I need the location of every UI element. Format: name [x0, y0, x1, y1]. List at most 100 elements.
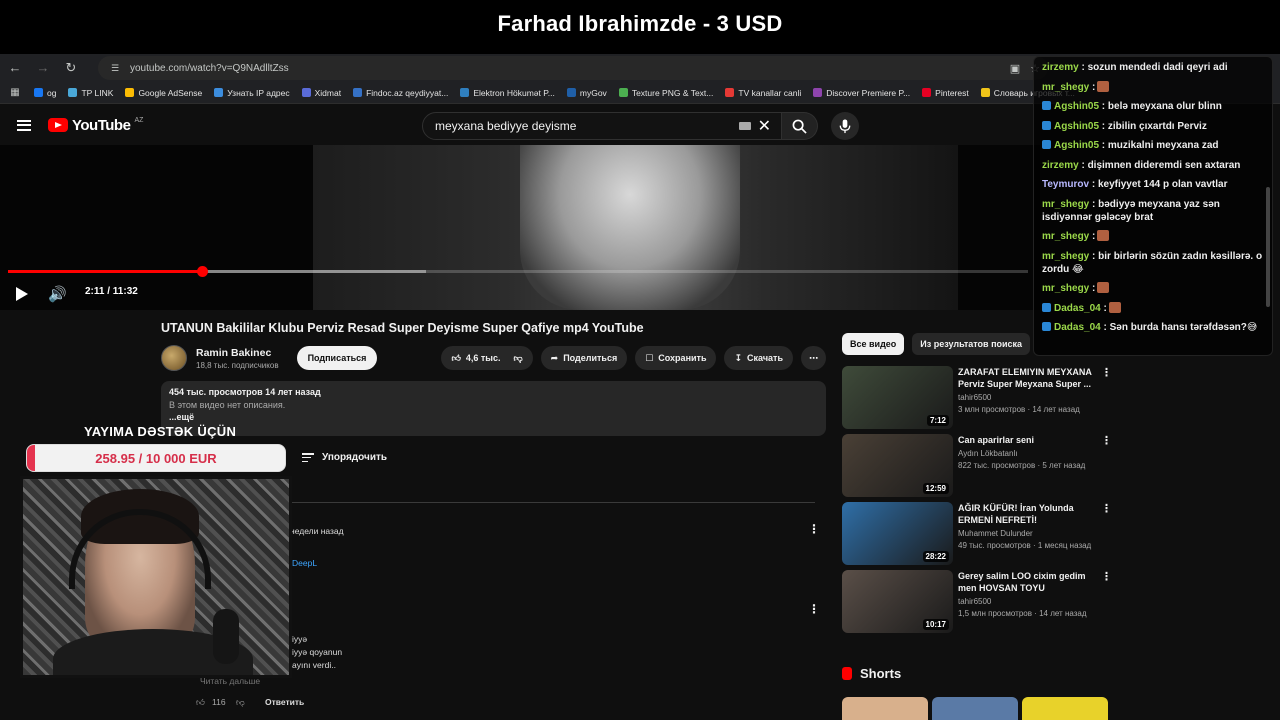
- url-text: youtube.com/watch?v=Q9NAdlltZss: [130, 62, 289, 74]
- site-info-icon[interactable]: ☰: [108, 61, 122, 75]
- play-icon[interactable]: [16, 287, 28, 301]
- channel-name[interactable]: Muhammet Dulunder: [958, 529, 1098, 538]
- chat-username: Agshin05: [1054, 101, 1100, 112]
- channel-name[interactable]: tahir6500: [958, 393, 1098, 402]
- video-thumbnail[interactable]: 7:12: [842, 366, 953, 429]
- more-actions-button[interactable]: ⋯: [801, 346, 826, 370]
- comments-divider: [290, 502, 815, 503]
- show-more-link[interactable]: ...ещё: [169, 412, 818, 422]
- description-text: В этом видео нет описания.: [169, 400, 286, 410]
- apps-grid-icon[interactable]: ▦: [8, 86, 22, 100]
- video-thumbnail[interactable]: 12:59: [842, 434, 953, 497]
- bookmark-item[interactable]: Findoc.az qeydiyyat...: [353, 88, 448, 98]
- description-box[interactable]: 454 тыс. просмотров 14 лет назад В этом …: [161, 381, 826, 436]
- video-meta: UTANUN Bakililar Klubu Perviz Resad Supe…: [161, 321, 826, 436]
- back-icon[interactable]: ←: [8, 61, 22, 75]
- bookmark-label: Pinterest: [935, 87, 969, 98]
- dislike-icon[interactable]: 👎︎: [514, 353, 523, 364]
- volume-icon[interactable]: 🔊: [48, 285, 67, 303]
- translate-link[interactable]: DeepL: [292, 558, 317, 568]
- like-count: 4,6 тыс.: [465, 353, 501, 363]
- short-thumbnail[interactable]: [932, 697, 1018, 720]
- reply-button[interactable]: Ответить: [265, 697, 304, 707]
- webcam-overlay: [20, 476, 292, 678]
- more-icon[interactable]: ⋮: [1101, 502, 1112, 515]
- logo-text: YouTube: [72, 116, 131, 134]
- short-thumbnail[interactable]: [1022, 697, 1108, 720]
- search-icon: [792, 119, 807, 134]
- like-button[interactable]: 👍︎ 4,6 тыс. 👎︎: [441, 346, 533, 370]
- url-field[interactable]: ☰ youtube.com/watch?v=Q9NAdlltZss ▣ ☆: [98, 56, 1048, 80]
- bookmark-item[interactable]: Pinterest: [922, 88, 969, 98]
- scrubber-handle[interactable]: [196, 266, 208, 277]
- comment-dislike-icon[interactable]: 👎︎: [236, 697, 245, 708]
- bookmark-item[interactable]: myGov: [566, 88, 607, 98]
- bookmark-item[interactable]: og: [34, 88, 56, 98]
- bookmark-favicon-icon: [68, 88, 78, 97]
- channel-name[interactable]: Aydın Lökbatanlı: [958, 449, 1098, 458]
- more-icon[interactable]: ⋮: [1101, 434, 1112, 447]
- bookmark-item[interactable]: Узнать IP адрес: [214, 88, 290, 98]
- recommended-video[interactable]: 12:59 Can aparirlar seni Aydın Lökbatanlı 8…: [842, 434, 1112, 497]
- bookmark-item[interactable]: Texture PNG & Text...: [618, 88, 713, 98]
- bookmark-item[interactable]: Xidmat: [301, 88, 341, 98]
- keyboard-icon[interactable]: [739, 122, 751, 130]
- channel-name[interactable]: tahir6500: [958, 597, 1098, 606]
- bookmark-item[interactable]: Elektron Hökumət P...: [460, 88, 555, 98]
- share-button[interactable]: ➦ Поделиться: [540, 346, 628, 370]
- chat-message: mr_shegy :: [1042, 282, 1266, 295]
- chat-scrollbar[interactable]: [1266, 187, 1270, 307]
- time-display: 2:11 / 11:32: [85, 286, 138, 297]
- search-button[interactable]: [782, 112, 818, 140]
- recommended-video[interactable]: 7:12 ZARAFAT ELEMIYIN MEYXANA Perviz Supe…: [842, 366, 1112, 429]
- sort-label: Упорядочить: [322, 452, 388, 463]
- video-title[interactable]: AĞIR KÜFÜR! İran Yolunda ERMENİ NEFRETİ!: [958, 502, 1098, 526]
- video-title[interactable]: Can aparirlar seni: [958, 434, 1098, 446]
- download-button[interactable]: ↧ Скачать: [724, 346, 793, 370]
- video-title: UTANUN Bakililar Klubu Perviz Resad Supe…: [161, 321, 644, 335]
- bookmark-item[interactable]: Discover Premiere P...: [813, 88, 910, 98]
- video-title[interactable]: ZARAFAT ELEMIYIN MEYXANA Perviz Super Me…: [958, 366, 1098, 390]
- bookmark-item[interactable]: TV kanallar canli: [725, 88, 801, 98]
- bookmark-favicon-icon: [813, 88, 823, 97]
- channel-avatar[interactable]: [161, 345, 187, 371]
- search-input[interactable]: meyxana bediyye deyisme ✕: [422, 112, 782, 140]
- chat-message: Teymurov : keyfiyyet 144 p olan vavtlar: [1042, 178, 1266, 191]
- recommended-video[interactable]: 10:17 Gerey salim LOO cixim gedim men HOV…: [842, 570, 1112, 633]
- youtube-logo[interactable]: YouTube AZ: [48, 117, 143, 134]
- comment-like-icon[interactable]: 👍︎: [196, 697, 205, 708]
- comment-menu-icon[interactable]: ⋮: [808, 522, 820, 536]
- video-title[interactable]: Gerey salim LOO cixim gedim men HOVSAN T…: [958, 570, 1098, 594]
- bookmark-item[interactable]: TP LINK: [68, 88, 113, 98]
- filter-chip[interactable]: Из результатов поиска: [912, 333, 1031, 355]
- install-icon[interactable]: ▣: [1010, 62, 1020, 75]
- video-meta: 1,5 млн просмотров · 14 лет назад: [958, 609, 1087, 618]
- more-icon[interactable]: ⋮: [1101, 570, 1112, 583]
- more-icon[interactable]: ⋮: [1101, 366, 1112, 379]
- short-thumbnail[interactable]: [842, 697, 928, 720]
- comment-time: недели назад: [290, 526, 344, 536]
- video-thumbnail[interactable]: 10:17: [842, 570, 953, 633]
- shorts-icon: [842, 667, 852, 680]
- bookmark-favicon-icon: [980, 88, 990, 97]
- video-thumbnail[interactable]: 28:22: [842, 502, 953, 565]
- video-info: Can aparirlar seni Aydın Lökbatanlı 822 ты…: [958, 434, 1098, 497]
- clear-search-icon[interactable]: ✕: [758, 116, 771, 136]
- comment-menu-icon[interactable]: ⋮: [808, 602, 820, 616]
- progress-bar[interactable]: [8, 266, 1028, 277]
- channel-name[interactable]: Ramin Bakinec: [196, 347, 279, 359]
- reload-icon[interactable]: ↻: [64, 61, 78, 75]
- filter-chip[interactable]: Все видео: [842, 333, 905, 355]
- subscribe-button[interactable]: Подписаться: [296, 346, 378, 370]
- forward-icon[interactable]: →: [36, 61, 50, 75]
- video-player[interactable]: 🔊 2:11 / 11:32: [0, 145, 1040, 310]
- bookmark-item[interactable]: Google AdSense: [125, 88, 202, 98]
- played-bar: [8, 270, 202, 273]
- recommended-video[interactable]: 28:22 AĞIR KÜFÜR! İran Yolunda ERMENİ NEF…: [842, 502, 1112, 565]
- menu-icon[interactable]: [17, 119, 31, 131]
- save-button[interactable]: ☐ Сохранить: [635, 346, 717, 370]
- sort-comments-button[interactable]: Упорядочить: [302, 452, 387, 463]
- badge-icon: [1042, 101, 1051, 110]
- download-icon: ↧: [734, 352, 743, 363]
- voice-search-button[interactable]: [831, 112, 859, 140]
